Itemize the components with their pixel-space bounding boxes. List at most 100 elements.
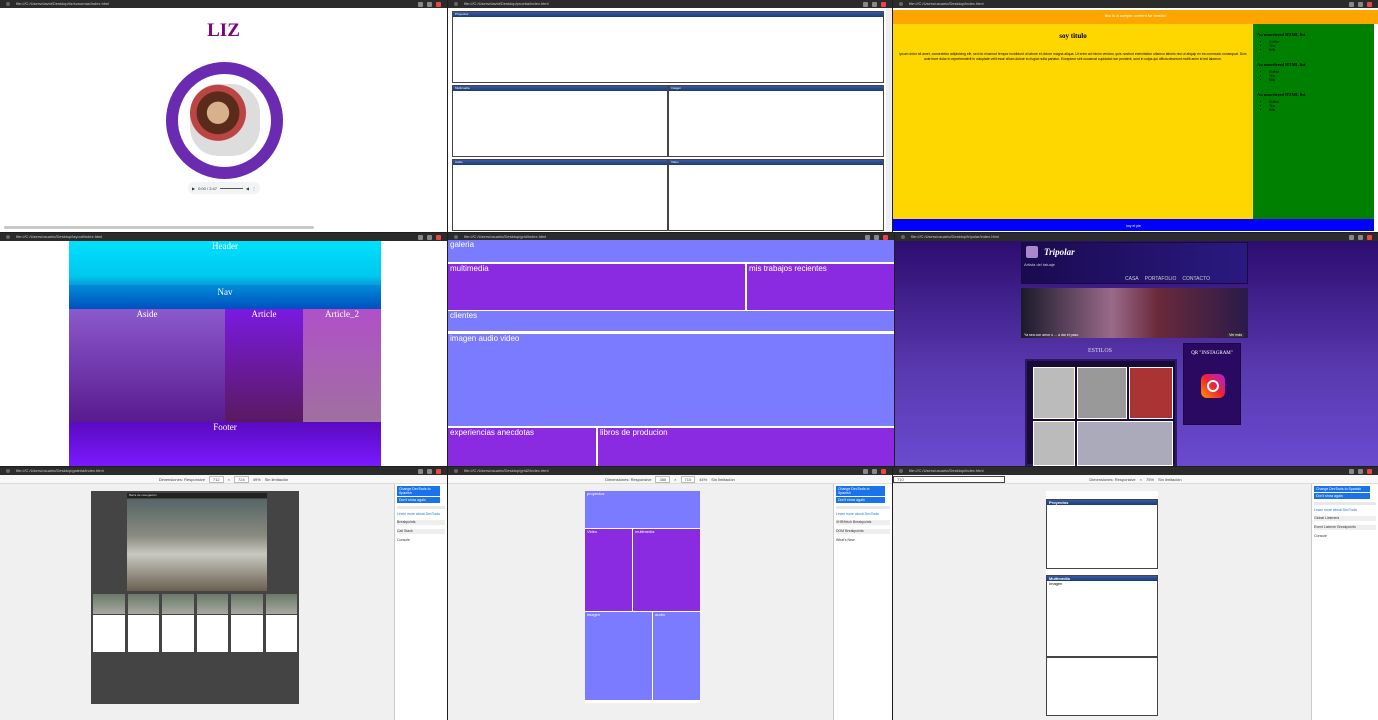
- minimize-icon[interactable]: [418, 1, 423, 7]
- thumbnail[interactable]: [265, 594, 297, 614]
- window-controls: [863, 1, 892, 7]
- minimize-icon[interactable]: [1349, 234, 1354, 240]
- thumbnail[interactable]: [231, 594, 263, 614]
- gallery-image[interactable]: [1129, 367, 1173, 419]
- devtools-dismiss-button[interactable]: Don't show again: [397, 497, 441, 503]
- throttle-select[interactable]: Sin limitación: [711, 477, 735, 482]
- close-icon[interactable]: [881, 1, 886, 7]
- zoom-select[interactable]: 49%: [253, 477, 261, 482]
- devtools-learn-link[interactable]: Learn more about DevTools: [397, 512, 445, 516]
- devtools-language-button[interactable]: Change DevTools to Spanish: [1314, 486, 1370, 492]
- section-header[interactable]: Event Listener Breakpoints: [1314, 525, 1376, 530]
- section-header[interactable]: Global Listeners: [1314, 516, 1376, 521]
- url-text[interactable]: file:///C:/Users/usuario/Desktop/tripola…: [911, 233, 999, 241]
- maximize-icon[interactable]: [1358, 468, 1363, 474]
- minimize-icon[interactable]: [1349, 468, 1354, 474]
- console-tab[interactable]: Console: [1314, 534, 1376, 538]
- main-title: soy titulo: [1059, 32, 1087, 40]
- zoom-select[interactable]: 44%: [699, 477, 707, 482]
- audio-progress[interactable]: [219, 187, 243, 189]
- console-tab[interactable]: What's New: [836, 538, 890, 542]
- gallery-image[interactable]: [1033, 367, 1075, 419]
- play-icon[interactable]: ▶: [192, 186, 195, 191]
- minimize-icon[interactable]: [863, 468, 868, 474]
- card: [231, 615, 263, 652]
- section-header[interactable]: DOM Breakpoints: [836, 529, 890, 534]
- layout-aside: Aside: [69, 309, 225, 422]
- width-input[interactable]: 350: [655, 475, 671, 483]
- maximize-icon[interactable]: [427, 234, 432, 240]
- throttle-select[interactable]: Sin limitación: [265, 477, 289, 482]
- maximize-icon[interactable]: [427, 468, 432, 474]
- section-header[interactable]: XHR/fetch Breakpoints: [836, 520, 890, 525]
- devtools-language-button[interactable]: Change DevTools to Spanish: [397, 486, 441, 496]
- close-icon[interactable]: [883, 234, 888, 240]
- close-icon[interactable]: [436, 1, 441, 7]
- minimize-icon[interactable]: [418, 234, 423, 240]
- maximize-icon[interactable]: [872, 468, 877, 474]
- device-select[interactable]: Dimensiones: Responsive: [1089, 477, 1135, 482]
- close-icon[interactable]: [436, 234, 441, 240]
- maximize-icon[interactable]: [427, 1, 432, 7]
- height-input[interactable]: 724: [234, 475, 249, 483]
- grid-trabajos: mis trabajos recientes: [747, 264, 894, 310]
- url-text[interactable]: file:///C:/Users/usuario/Desktop/galeria…: [16, 467, 104, 475]
- close-icon[interactable]: [1367, 234, 1372, 240]
- url-text[interactable]: file:///C:/Users/david/Desktop/liz/sonom…: [16, 0, 109, 8]
- tab-icon: [899, 2, 903, 6]
- url-text[interactable]: file:///C:/Users/david/Desktop/prueba/in…: [464, 0, 548, 8]
- width-input[interactable]: 712: [208, 475, 224, 483]
- minimize-icon[interactable]: [863, 1, 868, 7]
- horizontal-scrollbar[interactable]: [4, 226, 314, 229]
- menu-casa[interactable]: CASA: [1125, 276, 1139, 282]
- section-header[interactable]: Breakpoints: [397, 520, 445, 525]
- console-tab[interactable]: Console: [397, 538, 445, 542]
- more-icon[interactable]: ⋮: [252, 186, 256, 191]
- minimize-icon[interactable]: [865, 234, 870, 240]
- thumbnail[interactable]: [127, 594, 159, 614]
- screenshot-grid: file:///C:/Users/david/Desktop/liz/sonom…: [0, 0, 1378, 720]
- url-text[interactable]: file:///C:/Users/usuario/Desktop/layout/…: [16, 233, 102, 241]
- maximize-icon[interactable]: [1358, 234, 1363, 240]
- height-input[interactable]: 710: [680, 475, 696, 483]
- maximize-icon[interactable]: [872, 1, 877, 7]
- gallery-image[interactable]: [1033, 421, 1075, 466]
- minimize-icon[interactable]: [418, 468, 423, 474]
- maximize-icon[interactable]: [874, 234, 879, 240]
- device-select[interactable]: Dimensiones: Responsive: [159, 477, 205, 482]
- minimize-icon[interactable]: [1349, 1, 1354, 7]
- menu-portafolio[interactable]: PORTAFOLIO: [1145, 276, 1177, 282]
- gallery-image[interactable]: [1077, 421, 1173, 466]
- devtools-learn-link[interactable]: Learn more about DevTools: [836, 512, 890, 516]
- thumbnail[interactable]: [93, 594, 125, 614]
- throttle-select[interactable]: Sin limitación: [1158, 477, 1182, 482]
- card: [162, 615, 194, 652]
- height-input[interactable]: 710: [893, 475, 1005, 483]
- close-icon[interactable]: [436, 468, 441, 474]
- devtools-dismiss-button[interactable]: Don't show again: [836, 497, 885, 503]
- url-text[interactable]: file:///C:/Users/usuario/Desktop/index.h…: [909, 0, 983, 8]
- close-icon[interactable]: [1367, 468, 1372, 474]
- audio-player[interactable]: ▶ 0:00 / 2:47 ◀ ⋮: [188, 182, 260, 194]
- close-icon[interactable]: [881, 468, 886, 474]
- menu-contacto[interactable]: CONTACTO: [1182, 276, 1210, 282]
- maximize-icon[interactable]: [1358, 1, 1363, 7]
- thumbnail[interactable]: [196, 594, 228, 614]
- page-title: LIZ: [207, 20, 240, 41]
- devtools-dismiss-button[interactable]: Don't show again: [1314, 493, 1370, 499]
- volume-icon[interactable]: ◀: [246, 186, 249, 191]
- gallery-image[interactable]: [1077, 367, 1127, 419]
- instagram-icon[interactable]: [1201, 374, 1225, 398]
- vertical-scrollbar[interactable]: [886, 8, 892, 232]
- url-text[interactable]: file:///C:/Users/usuario/Desktop/grid2/i…: [464, 467, 548, 475]
- grid-clientes: clientes: [448, 311, 894, 331]
- devtools-language-button[interactable]: Change DevTools to Spanish: [836, 486, 885, 496]
- devtools-learn-link[interactable]: Learn more about DevTools: [1314, 508, 1376, 512]
- thumbnail[interactable]: [162, 594, 194, 614]
- url-text[interactable]: file:///C:/Users/usuario/Desktop/index.h…: [909, 467, 983, 475]
- zoom-select[interactable]: 75%: [1146, 477, 1154, 482]
- banner-button[interactable]: Ver más: [1227, 333, 1244, 337]
- section-header[interactable]: Call Stack: [397, 529, 445, 534]
- device-select[interactable]: Dimensiones: Responsive: [605, 477, 651, 482]
- close-icon[interactable]: [1367, 1, 1372, 7]
